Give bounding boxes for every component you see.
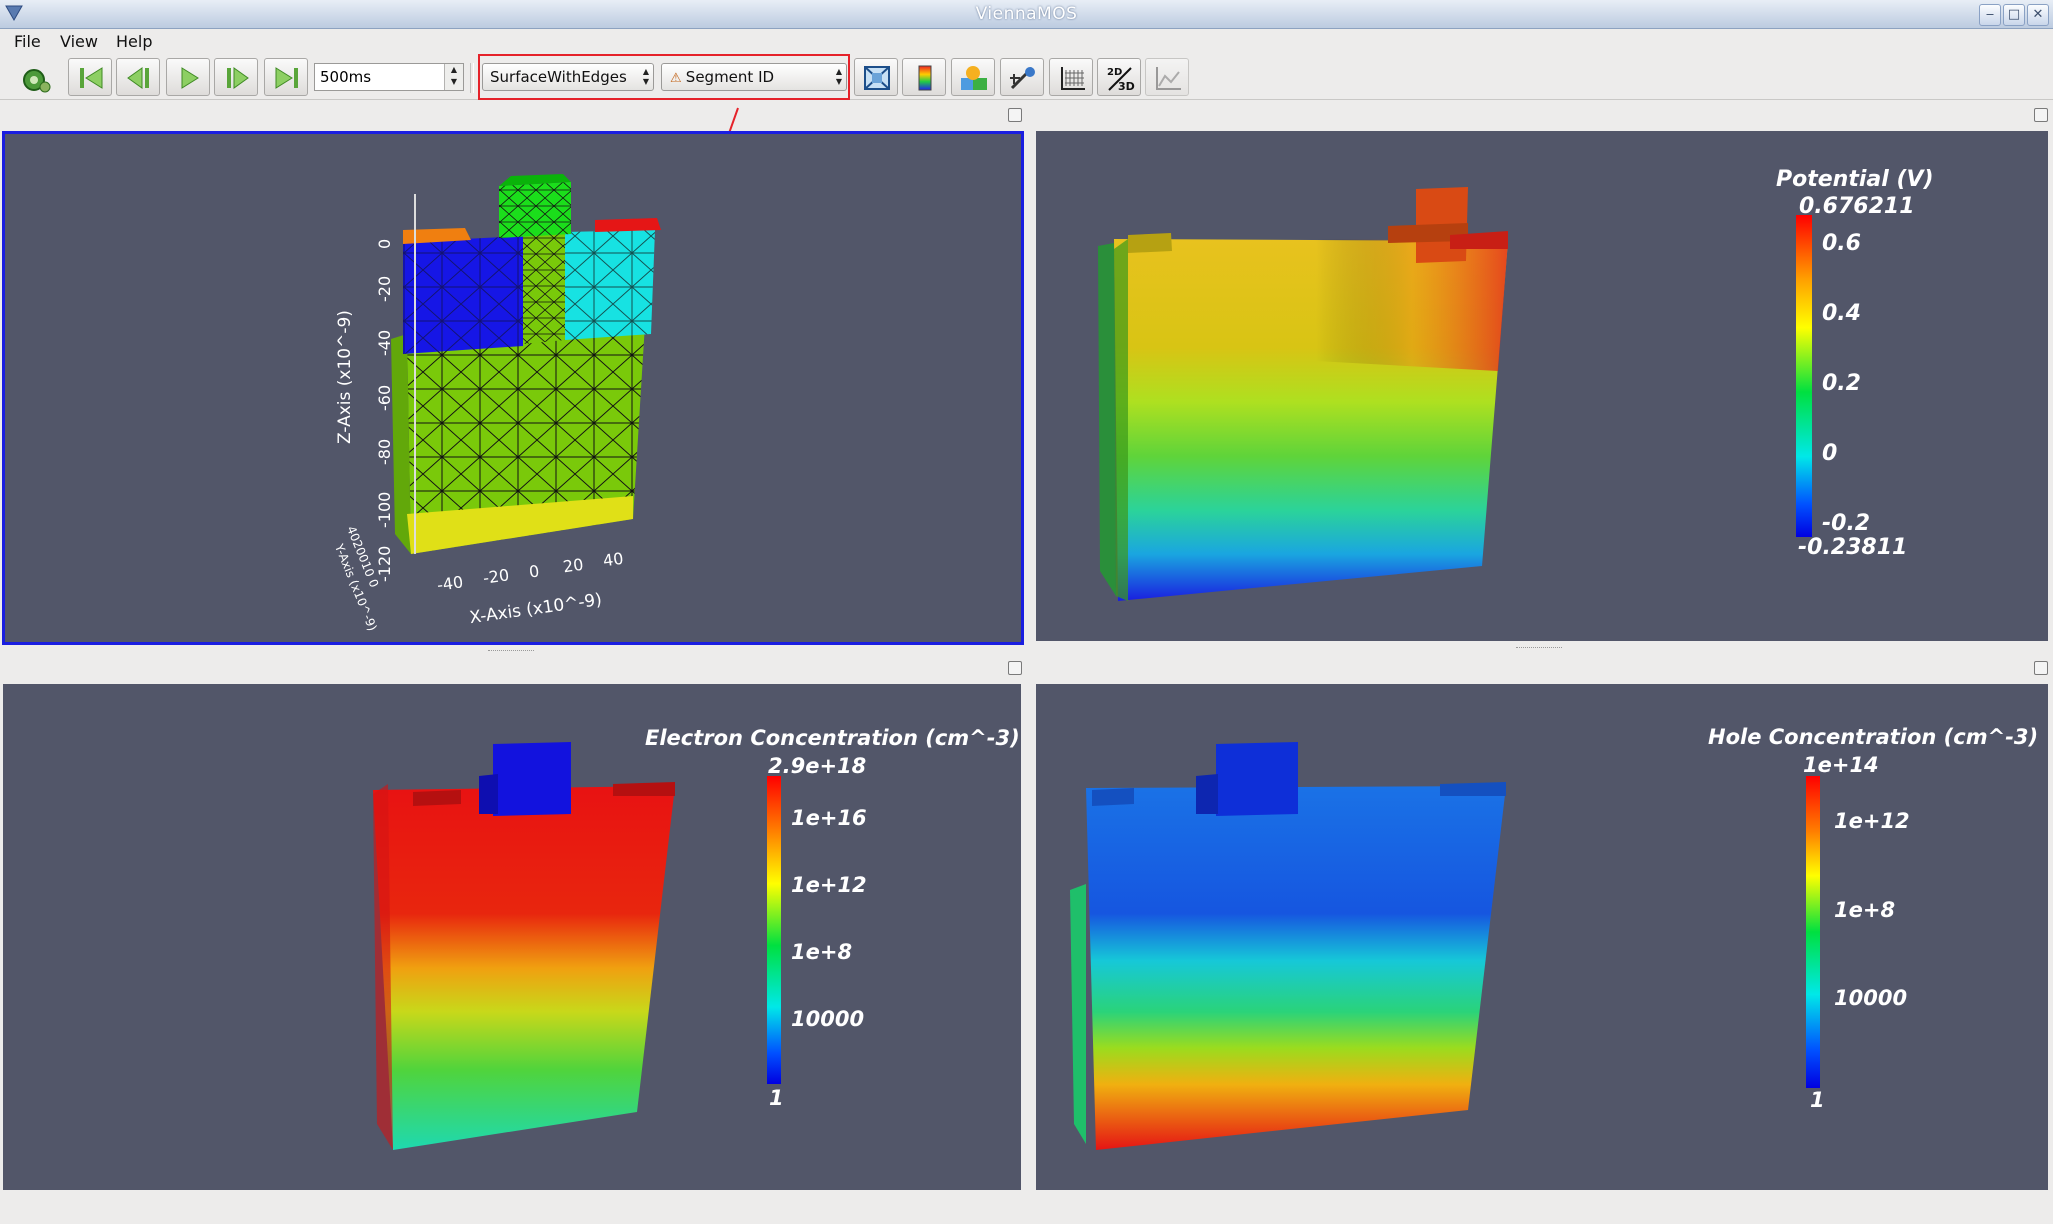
hole-legend-title: Hole Concentration (cm^-3): [1708, 725, 2039, 749]
view-potential[interactable]: Potential (V) 0.676211 0.6 0.4 0.2 0 -0.…: [1036, 131, 2048, 641]
undock-view4-icon[interactable]: [2034, 661, 2048, 675]
hole-tick-1: 1e+8: [1834, 898, 1896, 922]
3d-label: 3D: [1118, 80, 1135, 92]
next-frame-button[interactable]: [214, 58, 258, 96]
view-segment-id[interactable]: Z-Axis (x10^-9) 0 -20 -40 -60 -80 -100 -…: [2, 131, 1024, 645]
potential-legend-title: Potential (V): [1776, 167, 1934, 192]
undock-view3-icon[interactable]: [1008, 661, 1022, 675]
electron-legend-title: Electron Concentration (cm^-3): [645, 726, 1020, 750]
first-frame-button[interactable]: [68, 58, 112, 96]
z-axis-label: Z-Axis (x10^-9): [335, 310, 355, 444]
hole-tick-0: 1e+12: [1834, 809, 1910, 833]
electron-min: 1: [769, 1086, 784, 1110]
potential-tick-3: 0: [1822, 441, 1838, 466]
close-button[interactable]: ✕: [2027, 4, 2049, 26]
window-title: ViennaMOS: [975, 4, 1078, 24]
hole-tick-2: 10000: [1834, 986, 1908, 1010]
z-tick-1: -20: [375, 275, 394, 302]
plot-button[interactable]: [1145, 58, 1189, 96]
2d-label: 2D: [1107, 67, 1122, 78]
splitter-handle[interactable]: [1516, 647, 1562, 651]
z-tick-4: -80: [375, 438, 394, 465]
electron-max: 2.9e+18: [768, 754, 867, 778]
x-tick-3: 20: [561, 554, 585, 577]
annotation-highlight-box: [478, 54, 850, 100]
last-frame-icon: [275, 67, 298, 89]
reset-camera-button[interactable]: [854, 58, 898, 96]
mesh-render: [391, 174, 661, 554]
potential-tick-0: 0.6: [1822, 231, 1861, 256]
undock-view2-icon[interactable]: [2034, 108, 2048, 122]
reset-camera-icon: [864, 66, 890, 90]
potential-tick-4: -0.2: [1822, 511, 1871, 536]
x-tick-1: -20: [481, 565, 511, 588]
menu-view[interactable]: View: [60, 32, 98, 51]
previous-frame-icon: [127, 67, 149, 89]
interval-spinbox[interactable]: 500ms ▲ ▼: [314, 63, 464, 91]
grid-icon: [1061, 67, 1085, 90]
first-frame-icon: [80, 67, 103, 89]
plot-icon: [1156, 67, 1181, 90]
play-button[interactable]: [166, 58, 210, 96]
z-tick-5: -100: [375, 491, 394, 528]
pick-button[interactable]: [1000, 58, 1044, 96]
potential-tick-1: 0.4: [1822, 301, 1861, 326]
z-tick-2: -40: [375, 329, 394, 356]
electron-render: [373, 742, 781, 1150]
segments-icon: [961, 66, 987, 90]
z-tick-0: 0: [375, 238, 394, 249]
x-tick-0: -40: [435, 572, 465, 595]
potential-max: 0.676211: [1799, 194, 1915, 219]
minimize-button[interactable]: ‒: [1979, 4, 2001, 26]
potential-tick-2: 0.2: [1822, 371, 1861, 396]
plugin-button[interactable]: [12, 58, 56, 96]
menu-help[interactable]: Help: [116, 32, 152, 51]
hole-render: [1070, 742, 1820, 1150]
play-icon: [181, 67, 199, 89]
2d-3d-toggle-icon: 2D3D: [1107, 67, 1135, 92]
hole-max: 1e+14: [1803, 753, 1879, 777]
title-bar: ViennaMOS ‒ □ ✕: [0, 0, 2053, 29]
pick-icon: [1010, 66, 1035, 90]
color-legend-button[interactable]: [902, 58, 946, 96]
color-legend-icon: [918, 65, 932, 91]
maximize-button[interactable]: □: [2003, 4, 2025, 26]
plugin-icon: [23, 69, 51, 93]
menu-bar: File View Help: [0, 29, 2053, 55]
spin-arrows-icon[interactable]: ▲ ▼: [444, 64, 463, 90]
view-hole-concentration[interactable]: Hole Concentration (cm^-3) 1e+14 1e+12 1…: [1036, 684, 2048, 1190]
x-tick-4: 40: [601, 548, 625, 571]
toolbar-separator: [470, 63, 474, 93]
next-frame-icon: [227, 67, 249, 89]
electron-tick-2: 1e+8: [791, 940, 853, 964]
z-tick-3: -60: [375, 384, 394, 411]
view-electron-concentration[interactable]: Electron Concentration (cm^-3) 2.9e+18 1…: [3, 684, 1021, 1190]
potential-min: -0.23811: [1798, 535, 1908, 560]
segments-button[interactable]: [951, 58, 995, 96]
interval-value: 500ms: [320, 68, 372, 86]
last-frame-button[interactable]: [264, 58, 308, 96]
splitter-handle[interactable]: [488, 650, 534, 654]
undock-view1-icon[interactable]: [1008, 108, 1022, 122]
electron-tick-0: 1e+16: [791, 806, 867, 830]
hole-min: 1: [1810, 1088, 1825, 1112]
electron-tick-1: 1e+12: [791, 873, 867, 897]
menu-file[interactable]: File: [14, 32, 41, 51]
dimension-toggle-button[interactable]: 2D 3D: [1097, 58, 1141, 96]
electron-tick-3: 10000: [791, 1007, 865, 1031]
status-bar: [0, 1194, 2053, 1224]
toolbar: 500ms ▲ ▼ SurfaceWithEdges ▲ ▼ ⚠ Segment I…: [0, 55, 2053, 100]
previous-frame-button[interactable]: [116, 58, 160, 96]
grid-button[interactable]: [1049, 58, 1093, 96]
